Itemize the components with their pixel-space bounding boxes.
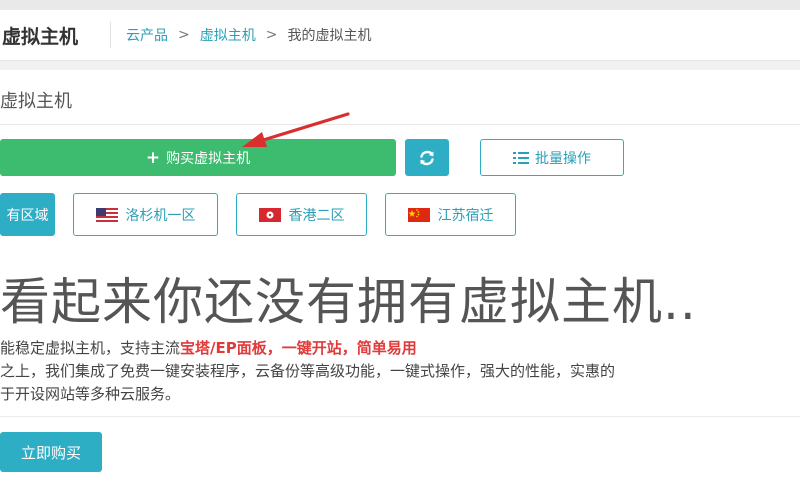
- breadcrumb-separator: >: [265, 27, 278, 43]
- description-text: 能稳定虚拟主机，支持主流: [0, 339, 181, 357]
- panel-header: 虚拟主机: [0, 70, 800, 125]
- empty-state-description-line3: 于开设网站等多种云服务。: [0, 385, 181, 403]
- cn-flag-icon: [407, 207, 430, 222]
- divider: [0, 416, 800, 417]
- list-icon: [513, 151, 529, 164]
- page-title: 虚拟主机: [2, 26, 79, 48]
- breadcrumb-separator: >: [178, 27, 190, 43]
- us-flag-icon: [95, 207, 118, 222]
- refresh-icon: [420, 150, 434, 165]
- region-filter-jiangsu-suqian[interactable]: 江苏宿迁: [385, 193, 516, 236]
- empty-state-headline: 看起来你还没有拥有虚拟主机..: [0, 273, 697, 331]
- region-label: 香港二区: [288, 207, 345, 224]
- breadcrumb: 云产品 > 虚拟主机 > 我的虚拟主机: [126, 25, 371, 45]
- section-gap: [0, 61, 800, 70]
- refresh-button[interactable]: [405, 139, 449, 176]
- breadcrumb-current: 我的虚拟主机: [287, 28, 372, 44]
- buy-now-button[interactable]: 立即购买: [0, 432, 102, 472]
- breadcrumb-cloud-products[interactable]: 云产品: [126, 25, 168, 45]
- batch-operation-label: 批量操作: [535, 150, 591, 167]
- empty-state-description-line1: 能稳定虚拟主机，支持主流宝塔/EP面板，一键开站，简单易用: [0, 337, 417, 358]
- region-label: 江苏宿迁: [437, 207, 494, 224]
- header-separator: [110, 22, 111, 48]
- region-label: 有区域: [6, 207, 49, 224]
- plus-icon: +: [145, 147, 161, 168]
- hk-flag-icon: [258, 207, 281, 222]
- red-arrow-annotation: [242, 112, 350, 147]
- region-filter-hong-kong[interactable]: 香港二区: [236, 193, 367, 236]
- breadcrumb-virtual-host[interactable]: 虚拟主机: [200, 25, 256, 45]
- empty-state-description-line2: 之上，我们集成了免费一键安装程序，云备份等高级功能，一键式操作，强大的性能，实惠…: [0, 362, 616, 380]
- page-header: 虚拟主机 云产品 > 虚拟主机 > 我的虚拟主机: [0, 10, 800, 61]
- panel-title: 虚拟主机: [0, 91, 72, 112]
- batch-operation-button[interactable]: 批量操作: [480, 139, 624, 176]
- description-highlight: 宝塔/EP面板，一键开站，简单易用: [180, 339, 417, 357]
- region-label: 洛杉机一区: [125, 207, 196, 224]
- top-bar: [0, 0, 800, 10]
- region-filter-all[interactable]: 有区域: [0, 193, 55, 236]
- region-filter-los-angeles[interactable]: 洛杉机一区: [73, 193, 218, 236]
